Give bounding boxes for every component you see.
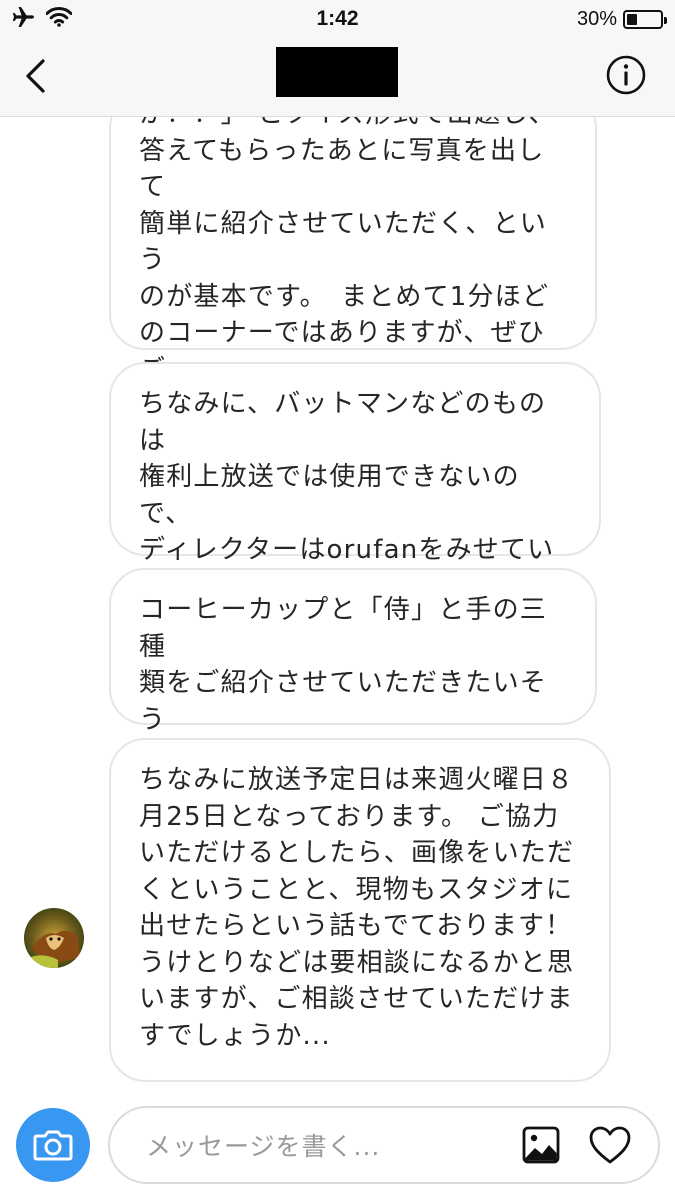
message-bubble[interactable]: コーヒーカップと「侍」と手の三種 類をご紹介させていただきたいそう です！ xyxy=(109,568,597,771)
battery-level-fill xyxy=(627,13,637,25)
message-bubble[interactable]: ちなみに放送予定日は来週火曜日８ 月25日となっております。 ご協力 いただける… xyxy=(109,738,611,1082)
message-composer xyxy=(0,1092,675,1200)
info-icon xyxy=(606,55,646,95)
redacted-username[interactable] xyxy=(276,47,398,97)
heart-icon xyxy=(589,1126,631,1164)
status-right: 30% xyxy=(576,6,667,32)
info-button[interactable] xyxy=(605,54,647,96)
camera-button[interactable] xyxy=(16,1108,90,1182)
thread-header xyxy=(0,38,675,117)
message-input-wrapper xyxy=(108,1106,660,1184)
back-button[interactable] xyxy=(14,54,58,98)
battery-icon xyxy=(623,9,667,29)
sender-avatar[interactable] xyxy=(24,908,84,968)
chevron-left-icon xyxy=(26,59,45,93)
battery-percent: 30% xyxy=(576,7,617,30)
message-list[interactable]: か？？」 とクイズ形式で出題し、 答えてもらったあとに写真を出して 簡単に紹介さ… xyxy=(0,117,675,1092)
message-input[interactable] xyxy=(144,1108,508,1184)
like-button[interactable] xyxy=(588,1124,632,1166)
message-bubble[interactable]: か？？」 とクイズ形式で出題し、 答えてもらったあとに写真を出して 簡単に紹介さ… xyxy=(109,117,597,421)
status-bar: 1:42 30% xyxy=(0,0,675,38)
camera-icon xyxy=(33,1130,73,1161)
gallery-button[interactable] xyxy=(520,1124,562,1166)
dm-thread-screen: 1:42 30% か？？」 とクイズ形式で出題し、 答えてもらったあとに写真を xyxy=(0,0,675,1200)
image-icon xyxy=(522,1126,560,1164)
status-time: 1:42 xyxy=(316,7,359,30)
battery-nub xyxy=(664,16,667,24)
message-bubble[interactable]: ちなみに、バットマンなどのものは 権利上放送では使用できないので、 ディレクター… xyxy=(109,362,601,638)
